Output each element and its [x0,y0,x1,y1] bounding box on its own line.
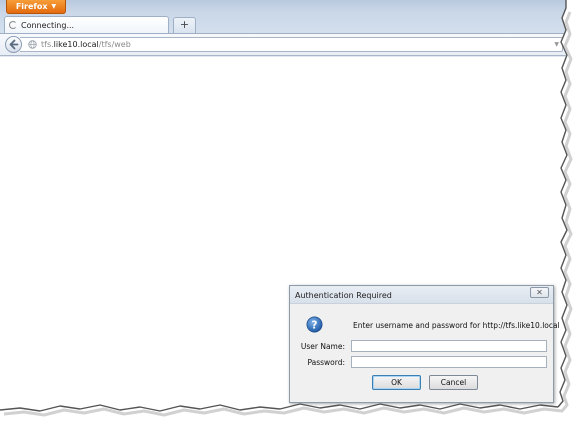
username-label: User Name: [300,342,345,351]
tab-connecting[interactable]: Connecting... [4,16,169,33]
dialog-titlebar[interactable]: Authentication Required ✕ [290,286,553,304]
svg-text:?: ? [312,320,318,331]
close-button[interactable]: ✕ [530,287,549,298]
dialog-message: Enter username and password for http://t… [353,321,560,330]
password-field[interactable] [351,356,547,368]
firefox-menu-label: Firefox [15,1,48,11]
authentication-dialog: Authentication Required ✕ ? Enter userna… [289,285,560,403]
password-label: Password: [307,358,345,367]
dialog-title: Authentication Required [295,291,392,300]
ok-button[interactable]: OK [372,375,421,390]
globe-icon [28,40,37,49]
url-domain: like10.local [53,40,99,49]
cancel-button[interactable]: Cancel [429,375,478,390]
new-tab-button[interactable]: + [173,17,196,33]
loading-spinner-icon [9,21,17,29]
url-bar[interactable]: tfs. like10.local/tfs/web ▼ [20,37,563,52]
username-field[interactable] [351,340,547,352]
back-button[interactable] [5,36,22,53]
browser-chrome: Firefox ▼ Connecting... + tfs. like10.loc… [0,0,566,60]
tab-title: Connecting... [21,20,75,30]
navigation-toolbar: tfs. like10.local/tfs/web ▼ [0,33,566,56]
question-icon: ? [306,316,323,333]
firefox-menu-button[interactable]: Firefox ▼ [6,0,66,14]
url-path: /tfs/web [98,40,131,49]
url-host-prefix: tfs. [41,40,54,49]
url-dropmarker-icon[interactable]: ▼ [554,41,559,48]
chevron-down-icon: ▼ [51,2,57,10]
back-arrow-icon [9,39,19,50]
